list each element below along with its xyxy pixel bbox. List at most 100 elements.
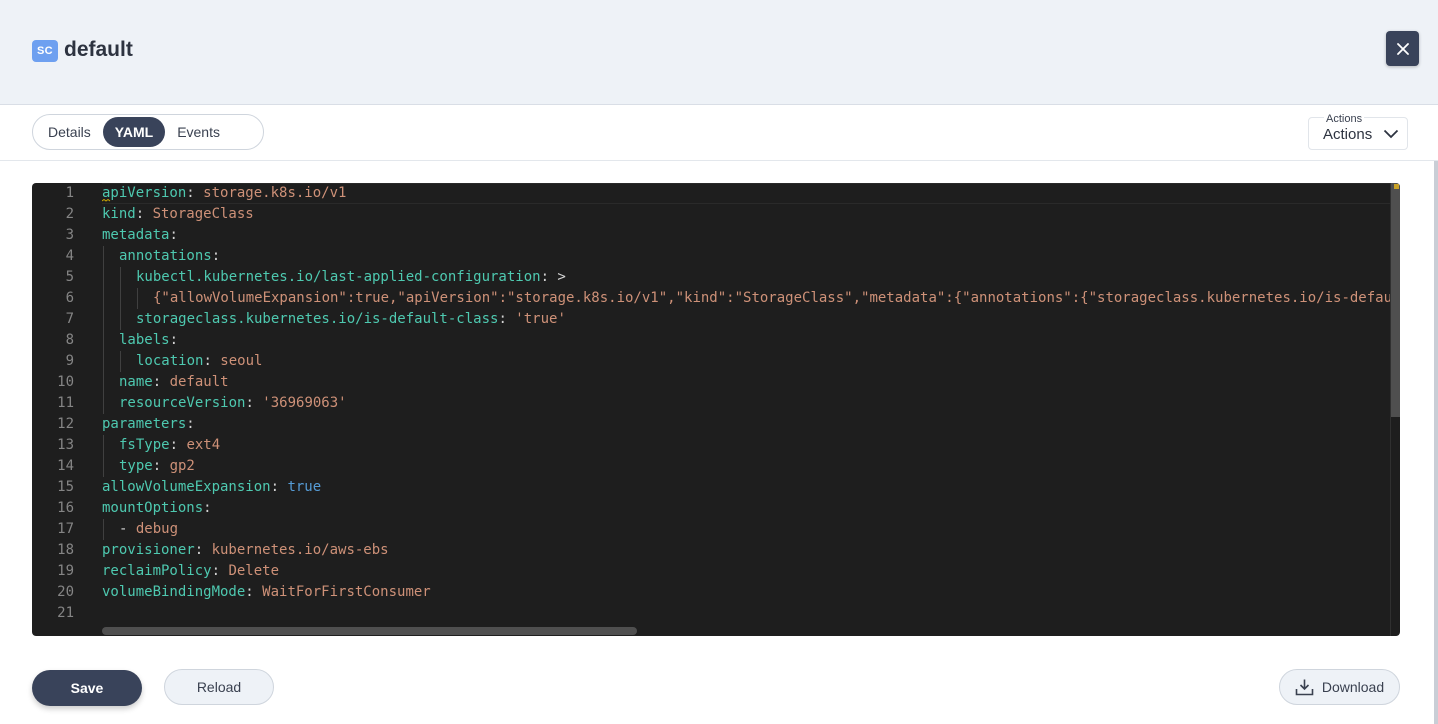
code-text: storageclass.kubernetes.io/is-default-cl… [136,309,566,330]
close-button[interactable] [1386,31,1419,66]
yaml-key: allowVolumeExpansion [102,479,271,495]
page-title: default [64,38,133,61]
yaml-key: labels [119,332,170,348]
indent-guide [103,435,104,456]
indent-guide [103,246,104,267]
yaml-key: metadata [102,227,170,243]
line-number: 21 [57,605,74,621]
line-number: 10 [57,374,74,390]
yaml-value: seoul [220,353,263,369]
tab-bar: Details YAML Events Actions Actions [0,105,1438,161]
tab-details[interactable]: Details [36,117,103,147]
yaml-punctuation: : [152,374,170,390]
yaml-punctuation: : [211,563,229,579]
yaml-value: default [169,374,229,390]
yaml-punctuation: : [169,437,187,453]
yaml-value: StorageClass [152,206,254,222]
line-number: 14 [57,458,74,474]
yaml-key: kubectl.kubernetes.io/last-applied-confi… [136,269,541,285]
indent-guide [103,372,104,393]
yaml-key: annotations [119,248,212,264]
download-icon [1295,679,1314,696]
indent-guide [103,456,104,477]
code-text: kind: StorageClass [102,204,254,225]
indent-guide [137,288,138,309]
line-number: 17 [57,521,74,537]
line-number: 2 [65,206,74,222]
line-number: 4 [65,248,74,264]
line-number: 15 [57,479,74,495]
code-line: 3 metadata: [32,225,1392,246]
save-button[interactable]: Save [32,670,142,706]
code-text: fsType: ext4 [119,435,220,456]
indent-guide [120,267,121,288]
tab-group: Details YAML Events [32,114,264,150]
yaml-punctuation: : [245,584,263,600]
line-number: 18 [57,542,74,558]
storageclass-badge: SC [32,40,58,62]
code-line: 1 apiVersion: storage.k8s.io/v1 [32,183,1392,204]
yaml-key: parameters [102,416,187,432]
yaml-punctuation: : [270,479,288,495]
indent-guide [103,519,104,540]
yaml-punctuation: : [186,185,204,201]
yaml-punctuation: : [211,248,221,264]
indent-guide [103,393,104,414]
page-scrollbar[interactable] [1434,161,1438,724]
vertical-scrollbar[interactable] [1391,183,1400,417]
code-line: 10 name: default [32,372,1392,393]
yaml-key: apiVersion [102,185,187,201]
code-line: 20 volumeBindingMode: WaitForFirstConsume… [32,582,1392,603]
code-line: 4 annotations: [32,246,1392,267]
indent-guide [120,309,121,330]
code-text: {"allowVolumeExpansion":true,"apiVersion… [153,288,1400,309]
yaml-punctuation: : [186,416,195,432]
code-text: parameters: [102,414,195,435]
yaml-key: reclaimPolicy [102,563,212,579]
code-text: allowVolumeExpansion: true [102,477,321,498]
line-number: 20 [57,584,74,600]
tab-events[interactable]: Events [165,117,232,147]
code-line: 7 storageclass.kubernetes.io/is-default-c… [32,309,1392,330]
download-button[interactable]: Download [1279,669,1400,705]
yaml-punctuation: : [498,311,516,327]
yaml-editor[interactable]: 1 apiVersion: storage.k8s.io/v1 2 kind: Sto… [32,183,1400,636]
line-number: 3 [65,227,74,243]
indent-guide [120,288,121,309]
code-text: name: default [119,372,229,393]
yaml-value: kubernetes.io/aws-ebs [211,542,389,558]
yaml-value: {"allowVolumeExpansion":true,"apiVersion… [153,290,1400,306]
code-text: type: gp2 [119,456,195,477]
yaml-punctuation: : [135,206,153,222]
indent-guide [103,309,104,330]
actions-dropdown[interactable]: Actions Actions [1308,113,1408,150]
code-text: reclaimPolicy: Delete [102,561,279,582]
code-line: 13 fsType: ext4 [32,435,1392,456]
yaml-punctuation: : [203,353,221,369]
close-icon [1396,42,1409,55]
yaml-punctuation: : [152,458,170,474]
reload-button[interactable]: Reload [164,669,274,705]
code-text: labels: [119,330,178,351]
yaml-key: name [119,374,153,390]
yaml-punctuation: - [119,521,136,537]
yaml-key: provisioner [102,542,195,558]
yaml-punctuation: : [245,395,263,411]
drawer-header: SC default [0,0,1438,105]
code-text: volumeBindingMode: WaitForFirstConsumer [102,582,431,603]
yaml-key: type [119,458,153,474]
code-line: 18 provisioner: kubernetes.io/aws-ebs [32,540,1392,561]
horizontal-scrollbar[interactable] [102,627,637,635]
indent-guide [103,330,104,351]
code-text: metadata: [102,225,178,246]
indent-guide [120,351,121,372]
line-number: 19 [57,563,74,579]
line-number: 11 [57,395,74,411]
code-line: 14 type: gp2 [32,456,1392,477]
yaml-value: debug [135,521,179,537]
tab-yaml[interactable]: YAML [102,117,166,147]
indent-guide [103,267,104,288]
code-text: resourceVersion: '36969063' [119,393,347,414]
yaml-punctuation: : [169,332,179,348]
yaml-value: true [287,479,322,495]
